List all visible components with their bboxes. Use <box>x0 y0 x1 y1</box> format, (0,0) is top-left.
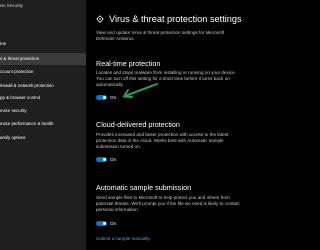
sidebar: ws Security me s & threat protection cco… <box>0 0 86 250</box>
sidebar-item-label: pp & browser control <box>0 95 41 100</box>
section-description-cloud-delivered-protection: Provides increased and faster protection… <box>96 132 229 149</box>
section-title-cloud-delivered-protection: Cloud-delivered protection <box>96 120 180 129</box>
cloud-delivered-protection-toggle-label: On <box>110 157 117 162</box>
sidebar-item-account-protection[interactable]: ccount protection <box>0 66 86 78</box>
sidebar-item-label: me <box>0 41 7 46</box>
toggle-knob <box>103 222 106 225</box>
app-title: ws Security <box>0 3 24 8</box>
sidebar-item-device-security[interactable]: evice security <box>0 105 86 117</box>
sidebar-item-home[interactable]: me <box>0 38 86 50</box>
page-intro: View and update Virus & threat protectio… <box>96 30 225 41</box>
sidebar-item-firewall-network-protection[interactable]: irewall & network protection <box>0 80 86 92</box>
sidebar-item-virus-threat-protection[interactable]: s & threat protection <box>0 53 86 65</box>
gear-icon <box>96 15 104 23</box>
automatic-sample-submission-toggle-label: On <box>110 221 117 226</box>
section-title-automatic-sample-submission: Automatic sample submission <box>96 183 192 192</box>
sidebar-item-label: irewall & network protection <box>0 83 54 88</box>
main-content: Virus & threat protection settings View … <box>86 0 250 250</box>
section-title-real-time-protection: Real-time protection <box>96 59 161 68</box>
automatic-sample-submission-toggle[interactable] <box>96 221 107 226</box>
cloud-delivered-protection-toggle[interactable] <box>96 157 107 162</box>
sidebar-item-label: ccount protection <box>0 69 34 74</box>
sidebar-item-label: amily options <box>0 135 26 140</box>
page-title: Virus & threat protection settings <box>109 14 242 24</box>
toggle-knob <box>103 96 106 99</box>
sidebar-item-label: s & threat protection <box>0 56 40 61</box>
sidebar-item-label: evice performance & health <box>0 121 54 126</box>
sidebar-item-app-browser-control[interactable]: pp & browser control <box>0 92 86 104</box>
sidebar-item-label: evice security <box>0 108 27 113</box>
annotation-arrow-icon <box>123 83 158 98</box>
submit-sample-manually-link[interactable]: Submit a sample manually <box>96 236 150 241</box>
real-time-protection-toggle[interactable] <box>96 95 107 100</box>
real-time-protection-toggle-label: On <box>110 95 117 100</box>
section-description-automatic-sample-submission: Send sample files to Microsoft to help p… <box>96 195 240 212</box>
sidebar-item-device-performance-health[interactable]: evice performance & health <box>0 118 86 130</box>
sidebar-item-family-options[interactable]: amily options <box>0 132 86 144</box>
toggle-knob <box>103 158 106 161</box>
